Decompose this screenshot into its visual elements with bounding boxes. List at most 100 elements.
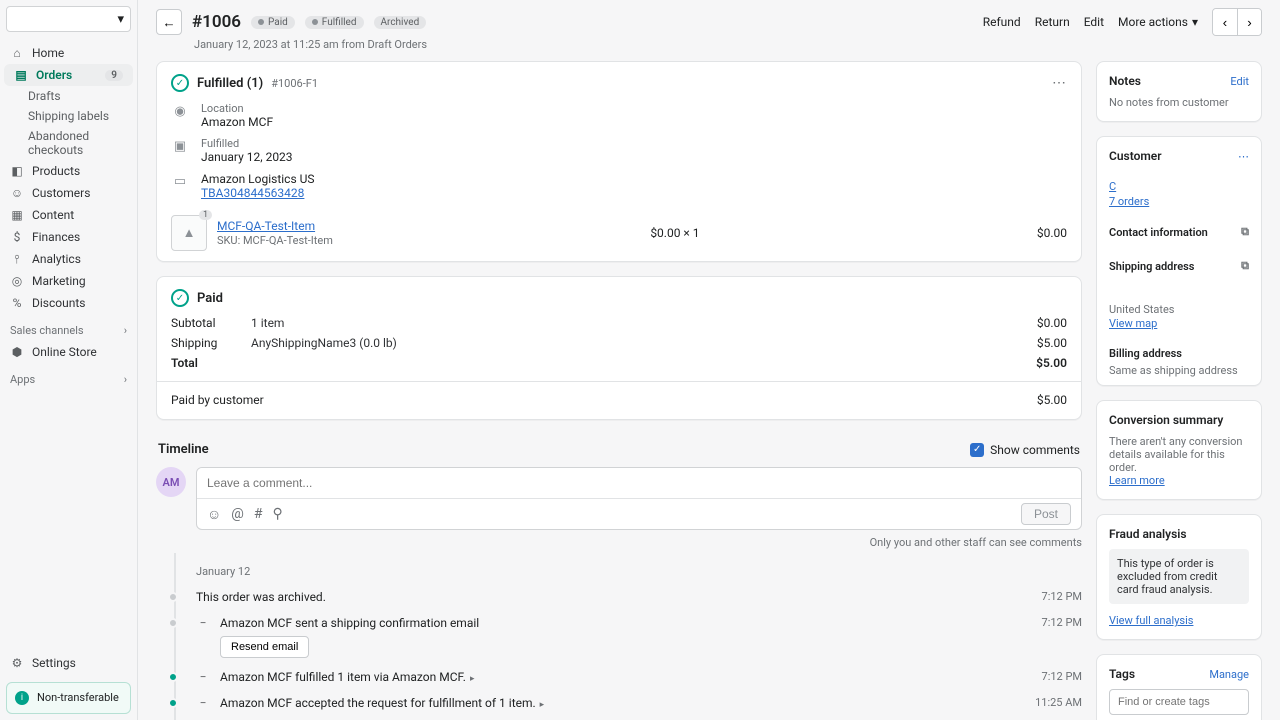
- more-actions-button[interactable]: More actions▾: [1118, 15, 1198, 29]
- chevron-down-icon: ▾: [1192, 15, 1198, 29]
- fraud-card: Fraud analysis This type of order is exc…: [1096, 514, 1262, 640]
- fulfilled-title: Fulfilled (1): [197, 76, 263, 91]
- customer-card: Customer⋯ C 7 orders Contact information…: [1096, 136, 1262, 386]
- products-icon: ◧: [10, 164, 24, 178]
- copy-icon[interactable]: ⧉: [1241, 259, 1249, 273]
- fraud-notice: This type of order is excluded from cred…: [1109, 549, 1249, 604]
- timeline-event: − Amazon MCF accepted the request for fu…: [196, 690, 1082, 716]
- check-circle-icon: ✓: [171, 289, 189, 307]
- notes-body: No notes from customer: [1097, 96, 1261, 121]
- fraud-title: Fraud analysis: [1109, 527, 1187, 541]
- fulfillment-id: #1006-F1: [271, 77, 318, 90]
- nav-content-label: Content: [32, 208, 74, 222]
- nav-marketing[interactable]: ◎Marketing: [0, 270, 137, 292]
- comment-hint: Only you and other staff can see comment…: [156, 530, 1082, 553]
- notes-title: Notes: [1109, 74, 1141, 88]
- fulfilled-more-button[interactable]: ⋯: [1052, 75, 1067, 91]
- user-avatar: AM: [156, 467, 186, 497]
- refund-button[interactable]: Refund: [983, 15, 1021, 29]
- customer-orders-link[interactable]: 7 orders: [1109, 195, 1149, 208]
- chevron-right-icon[interactable]: ›: [124, 373, 127, 386]
- nav-customers[interactable]: ☺ Customers: [0, 182, 137, 204]
- item-sku: SKU: MCF-QA-Test-Item: [217, 234, 333, 247]
- subtotal-value: $0.00: [1007, 316, 1067, 330]
- location-icon: ◉: [171, 102, 189, 119]
- nav-shipping-labels[interactable]: Shipping labels: [0, 106, 137, 126]
- timeline-events: January 12 This order was archived. 7:12…: [156, 553, 1082, 720]
- back-button[interactable]: ←: [156, 9, 182, 35]
- customer-name-link[interactable]: C: [1109, 180, 1116, 193]
- discounts-icon: %: [10, 296, 24, 310]
- nav-home[interactable]: ⌂Home: [0, 42, 137, 64]
- checkbox-checked-icon: ✓: [970, 443, 984, 457]
- item-thumbnail: ▲ 1: [171, 215, 207, 251]
- learn-more-link[interactable]: Learn more: [1109, 474, 1165, 487]
- nav-orders[interactable]: ▤ Orders 9: [4, 64, 133, 86]
- resend-email-button[interactable]: Resend email: [220, 636, 309, 658]
- orders-count-badge: 9: [105, 70, 123, 81]
- attachment-icon[interactable]: ⚲: [273, 506, 283, 522]
- chevron-right-icon[interactable]: ›: [124, 324, 127, 337]
- comment-input[interactable]: [197, 468, 1081, 498]
- caret-right-icon[interactable]: ▸: [470, 674, 475, 684]
- view-analysis-link[interactable]: View full analysis: [1109, 614, 1193, 627]
- timeline-section: Timeline ✓ Show comments AM ☺ @: [156, 434, 1082, 720]
- notes-edit-button[interactable]: Edit: [1230, 75, 1249, 88]
- subtotal-label: Subtotal: [171, 316, 251, 330]
- return-button[interactable]: Return: [1035, 15, 1070, 29]
- collapse-toggle[interactable]: −: [196, 696, 210, 710]
- finances-icon: $: [10, 230, 24, 244]
- view-map-link[interactable]: View map: [1109, 317, 1157, 330]
- caret-right-icon[interactable]: ▸: [540, 700, 545, 710]
- shipping-address-label: Shipping address⧉: [1109, 259, 1249, 273]
- nav-settings[interactable]: ⚙Settings: [0, 650, 137, 676]
- tags-title: Tags: [1109, 667, 1135, 681]
- show-comments-toggle[interactable]: ✓ Show comments: [970, 443, 1080, 457]
- order-title: #1006: [192, 12, 241, 32]
- item-name-link[interactable]: MCF-QA-Test-Item: [217, 219, 315, 233]
- nav-customers-label: Customers: [32, 186, 90, 200]
- content-icon: ▦: [10, 208, 24, 222]
- nav-settings-label: Settings: [32, 656, 76, 670]
- nav-analytics[interactable]: ⫯Analytics: [0, 248, 137, 270]
- timeline-dot-icon: [168, 698, 178, 708]
- nav-drafts[interactable]: Drafts: [0, 86, 137, 106]
- location-value: Amazon MCF: [201, 115, 273, 129]
- orders-icon: ▤: [14, 68, 28, 82]
- location-label: Location: [201, 102, 273, 115]
- sales-channels-header: Sales channels›: [0, 314, 137, 341]
- apps-header: Apps›: [0, 363, 137, 390]
- copy-icon[interactable]: ⧉: [1241, 225, 1249, 239]
- nav-analytics-label: Analytics: [32, 252, 81, 266]
- prev-order-button[interactable]: ‹: [1213, 9, 1237, 35]
- calendar-icon: ▣: [171, 137, 189, 154]
- nav-online-store[interactable]: ⬢Online Store: [0, 341, 137, 363]
- manage-tags-button[interactable]: Manage: [1209, 668, 1249, 681]
- tracking-link[interactable]: TBA304844563428: [201, 186, 304, 200]
- timeline-event: This order was archived. 7:12 PM: [196, 584, 1082, 610]
- edit-button[interactable]: Edit: [1084, 15, 1104, 29]
- nav-finances[interactable]: $Finances: [0, 226, 137, 248]
- emoji-icon[interactable]: ☺: [207, 506, 221, 523]
- next-order-button[interactable]: ›: [1237, 9, 1261, 35]
- event-time: 11:25 AM: [1035, 696, 1082, 709]
- customer-more-button[interactable]: ⋯: [1238, 150, 1249, 163]
- collapse-toggle[interactable]: −: [196, 616, 210, 630]
- nav-orders-label: Orders: [36, 68, 72, 82]
- collapse-toggle[interactable]: −: [196, 670, 210, 684]
- hashtag-icon[interactable]: #: [254, 506, 263, 522]
- store-selector[interactable]: ▾: [6, 6, 131, 32]
- fulfilled-card: ✓ Fulfilled (1) #1006-F1 ⋯ ◉ Location Am…: [156, 61, 1082, 262]
- customers-icon: ☺: [10, 186, 24, 200]
- timeline-dot-icon: [168, 672, 178, 682]
- tags-input[interactable]: [1109, 689, 1249, 715]
- event-text: Amazon MCF fulfilled 1 item via Amazon M…: [220, 670, 1032, 684]
- nav-abandoned-checkouts[interactable]: Abandoned checkouts: [0, 126, 137, 160]
- event-text: Amazon MCF accepted the request for fulf…: [220, 696, 1025, 710]
- nav-content[interactable]: ▦ Content: [0, 204, 137, 226]
- nav-marketing-label: Marketing: [32, 274, 86, 288]
- mention-icon[interactable]: @: [231, 506, 244, 522]
- post-button[interactable]: Post: [1021, 503, 1071, 525]
- nav-discounts[interactable]: %Discounts: [0, 292, 137, 314]
- nav-products[interactable]: ◧Products: [0, 160, 137, 182]
